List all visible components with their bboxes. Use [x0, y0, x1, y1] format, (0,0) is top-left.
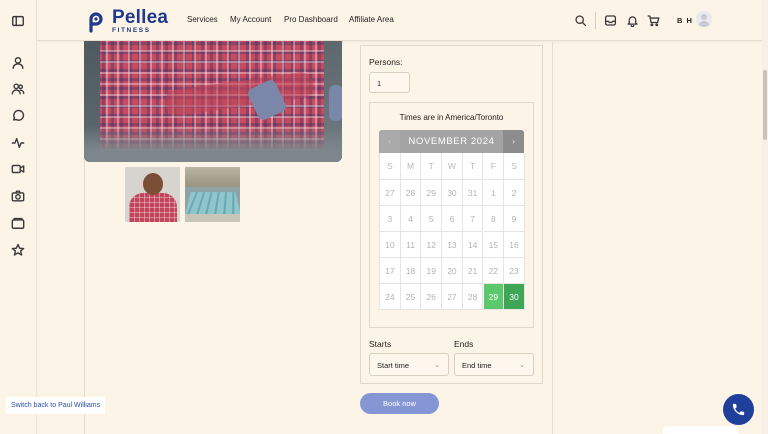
calendar-day: 9 — [504, 205, 525, 231]
phone-icon — [732, 403, 745, 416]
weekday-label: T — [421, 153, 443, 179]
gallery-thumbnail-pool[interactable] — [185, 167, 240, 222]
content-divider-right — [552, 41, 553, 434]
end-time-select[interactable]: End time ⌄ — [454, 353, 534, 376]
search-icon[interactable] — [574, 14, 587, 27]
calendar-day: 5 — [421, 205, 443, 231]
calendar-day: 7 — [462, 205, 484, 231]
calendar-day: 13 — [442, 231, 463, 257]
activity-icon[interactable] — [11, 136, 25, 150]
brand-logo[interactable]: Pellea FITNESS — [84, 7, 168, 35]
page-scrollbar[interactable] — [762, 0, 768, 434]
top-header: Pellea FITNESS Services My Account Pro D… — [37, 0, 762, 41]
calendar-day: 21 — [462, 257, 484, 283]
nav-item-affiliate-area[interactable]: Affiliate Area — [349, 15, 394, 24]
page-scrollbar-thumb[interactable] — [763, 70, 767, 140]
weekday-label: W — [442, 153, 463, 179]
calendar-day: 29 — [421, 179, 443, 205]
ends-label: Ends — [454, 339, 474, 349]
calendar-prev-button[interactable]: ‹ — [379, 130, 400, 153]
book-now-button[interactable]: Book now — [360, 393, 439, 414]
users-icon[interactable] — [11, 82, 25, 96]
calendar-day: 6 — [442, 205, 463, 231]
calendar-day: 28 — [462, 283, 484, 309]
chevron-down-icon: ⌄ — [434, 362, 440, 369]
calendar-day: 12 — [421, 231, 443, 257]
switch-back-link[interactable]: Switch back to Paul Williams — [6, 397, 106, 414]
weekday-label: F — [484, 153, 505, 179]
calendar-day: 22 — [483, 257, 505, 283]
calendar-day: 8 — [483, 205, 505, 231]
chevron-down-icon: ⌄ — [519, 362, 525, 369]
calendar-day-selected[interactable]: 30 — [504, 283, 525, 309]
chat-icon[interactable] — [11, 109, 25, 123]
calendar-day: 25 — [400, 283, 422, 309]
persons-input[interactable]: 1 — [369, 72, 410, 93]
timezone-note: Times are in America/Toronto — [399, 113, 504, 122]
start-time-value: Start time — [377, 361, 410, 370]
calendar-day: 3 — [380, 205, 401, 231]
persons-label: Persons: — [369, 57, 403, 67]
calendar-day: 28 — [400, 179, 422, 205]
nav-item-pro-dashboard[interactable]: Pro Dashboard — [284, 15, 338, 24]
calendar-day: 1 — [483, 179, 505, 205]
avatar[interactable] — [696, 11, 712, 27]
calendar-day: 17 — [380, 257, 401, 283]
brand-name: Pellea — [112, 6, 169, 28]
calendar-header: ‹ NOVEMBER 2024 › — [379, 130, 524, 153]
calendar-day-available[interactable]: 29 — [483, 283, 505, 309]
calendar-next-button[interactable]: › — [503, 130, 524, 153]
call-button[interactable] — [723, 394, 754, 425]
calendar-day: 27 — [442, 283, 463, 309]
weekday-label: T — [463, 153, 484, 179]
left-sidebar — [0, 0, 37, 434]
gallery-thumbnail-trainer[interactable] — [125, 167, 180, 222]
calendar-day: 26 — [421, 283, 443, 309]
calendar-day: 4 — [400, 205, 422, 231]
nav-item-services[interactable]: Services — [187, 15, 218, 24]
wallet-icon[interactable] — [11, 216, 25, 230]
cart-icon[interactable] — [647, 14, 660, 27]
pellea-logo-icon — [89, 12, 103, 33]
chat-widget-tab[interactable] — [663, 426, 738, 434]
calendar-day: 23 — [504, 257, 525, 283]
calendar-day: 11 — [400, 231, 422, 257]
calendar-day: 16 — [504, 231, 525, 257]
weekday-label: M — [401, 153, 422, 179]
video-icon[interactable] — [11, 162, 25, 176]
panel-toggle-icon[interactable] — [11, 14, 25, 28]
starts-label: Starts — [369, 339, 392, 349]
header-divider — [595, 12, 596, 29]
calendar-day: 14 — [462, 231, 484, 257]
calendar-day: 20 — [442, 257, 463, 283]
calendar-day: 31 — [462, 179, 484, 205]
calendar-day: 27 — [380, 179, 401, 205]
calendar-day: 24 — [380, 283, 401, 309]
main-gallery-image[interactable] — [84, 41, 342, 162]
calendar-day: 10 — [380, 231, 401, 257]
camera-icon[interactable] — [11, 189, 25, 203]
bell-icon[interactable] — [626, 14, 639, 28]
calendar-day: 2 — [504, 179, 525, 205]
star-icon[interactable] — [11, 243, 25, 257]
inbox-icon[interactable] — [604, 14, 617, 27]
start-time-select[interactable]: Start time ⌄ — [369, 353, 449, 376]
weekday-label: S — [504, 153, 525, 179]
user-initials[interactable]: B H — [677, 16, 693, 25]
brand-subtitle: FITNESS — [112, 26, 151, 34]
calendar-day: 15 — [483, 231, 505, 257]
calendar-day: 30 — [442, 179, 463, 205]
user-icon[interactable] — [11, 56, 25, 70]
calendar-day: 18 — [400, 257, 422, 283]
calendar-day: 19 — [421, 257, 443, 283]
calendar-grid: S M T W T F S 27 28 29 30 31 1 2 3 4 5 6… — [379, 153, 525, 310]
end-time-value: End time — [462, 361, 492, 370]
weekday-label: S — [380, 153, 401, 179]
calendar-month-title: NOVEMBER 2024 — [408, 136, 495, 147]
nav-item-my-account[interactable]: My Account — [230, 15, 271, 24]
